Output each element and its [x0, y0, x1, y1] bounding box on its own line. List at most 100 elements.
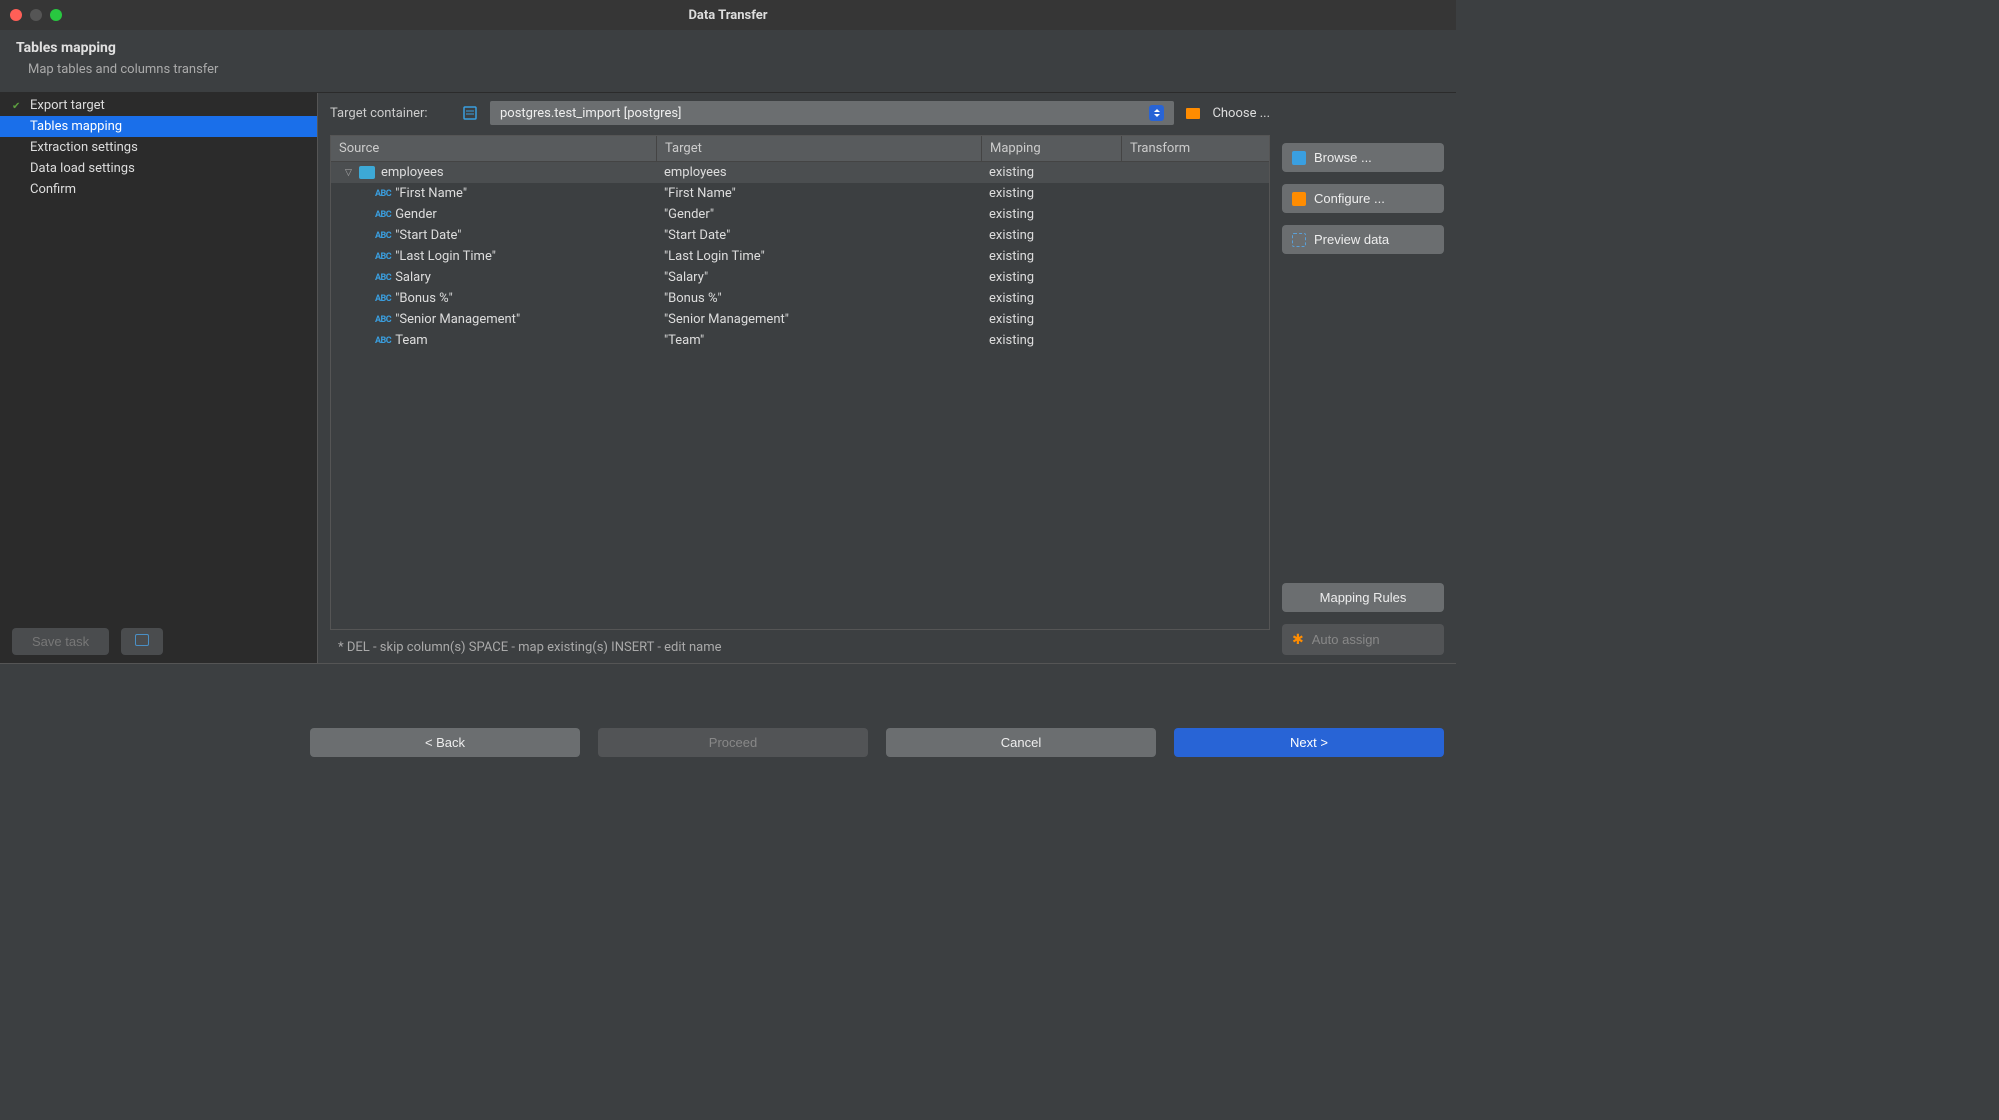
mapping-table: Source Target Mapping Transform ▽ employe…	[330, 135, 1270, 630]
col-header-source[interactable]: Source	[331, 136, 656, 161]
folder-icon	[1186, 108, 1200, 119]
source-name: Gender	[395, 207, 437, 222]
mapping-value: existing	[981, 330, 1121, 351]
minimize-icon[interactable]	[30, 9, 42, 21]
col-header-mapping[interactable]: Mapping	[981, 136, 1121, 161]
back-button[interactable]: < Back	[310, 728, 580, 757]
preview-label: Preview data	[1314, 232, 1389, 247]
target-name: employees	[656, 162, 981, 183]
source-name: "Last Login Time"	[395, 249, 496, 264]
titlebar: Data Transfer	[0, 0, 1456, 30]
nav-label: Extraction settings	[30, 140, 138, 155]
mapping-value: existing	[981, 309, 1121, 330]
table-row[interactable]: ▽employeesemployeesexisting	[331, 162, 1269, 183]
auto-assign-button[interactable]: ✱ Auto assign	[1282, 624, 1444, 655]
nav-item-confirm[interactable]: Confirm	[0, 179, 317, 200]
column-row[interactable]: ABC Team "Team"existing	[331, 330, 1269, 351]
nav-list: ✔Export target Tables mapping Extraction s…	[0, 93, 317, 620]
page-header: Tables mapping Map tables and columns tr…	[0, 30, 1456, 93]
source-name: Salary	[395, 270, 431, 285]
column-row[interactable]: ABCGender"Gender"existing	[331, 204, 1269, 225]
maximize-icon[interactable]	[50, 9, 62, 21]
text-column-icon: ABC	[375, 336, 391, 346]
col-header-target[interactable]: Target	[656, 136, 981, 161]
nav-label: Tables mapping	[30, 119, 122, 134]
mapping-value: existing	[981, 246, 1121, 267]
wizard-footer: < Back Proceed Cancel Next >	[0, 663, 1456, 781]
transform-value	[1121, 204, 1269, 225]
window-title: Data Transfer	[688, 8, 767, 23]
save-task-icon-button[interactable]	[121, 628, 163, 655]
target-container-select[interactable]: postgres.test_import [postgres]	[490, 101, 1174, 125]
target-name: "Bonus %"	[656, 288, 981, 309]
content-area: Target container: postgres.test_import […	[318, 93, 1456, 663]
save-task-button[interactable]: Save task	[12, 628, 109, 655]
next-button[interactable]: Next >	[1174, 728, 1444, 757]
sidebar: ✔Export target Tables mapping Extraction s…	[0, 93, 318, 663]
configure-label: Configure ...	[1314, 191, 1385, 206]
column-row[interactable]: ABC"First Name""First Name"existing	[331, 183, 1269, 204]
source-name: employees	[381, 165, 444, 180]
text-column-icon: ABC	[375, 252, 391, 262]
target-name: "Salary"	[656, 267, 981, 288]
mapping-body: ▽employeesemployeesexistingABC"First Nam…	[331, 162, 1269, 629]
text-column-icon: ABC	[375, 315, 391, 325]
choose-button[interactable]: Choose ...	[1212, 106, 1270, 121]
source-name: "First Name"	[395, 186, 467, 201]
nav-item-tables-mapping[interactable]: Tables mapping	[0, 116, 317, 137]
mapping-header: Source Target Mapping Transform	[331, 136, 1269, 162]
browse-label: Browse ...	[1314, 150, 1372, 165]
auto-assign-label: Auto assign	[1312, 632, 1380, 647]
transform-value	[1121, 330, 1269, 351]
chevron-down-icon[interactable]: ▽	[345, 168, 355, 178]
source-name: "Start Date"	[395, 228, 461, 243]
cancel-button[interactable]: Cancel	[886, 728, 1156, 757]
column-row[interactable]: ABC"Bonus %""Bonus %"existing	[331, 288, 1269, 309]
right-panel: Browse ... Configure ... Preview data Ma…	[1282, 101, 1444, 655]
task-icon	[135, 634, 149, 646]
configure-icon	[1292, 192, 1306, 206]
nav-label: Data load settings	[30, 161, 135, 176]
target-container-row: Target container: postgres.test_import […	[330, 101, 1270, 125]
nav-item-export-target[interactable]: ✔Export target	[0, 95, 317, 116]
target-name: "Last Login Time"	[656, 246, 981, 267]
nav-label: Export target	[30, 98, 105, 113]
mapping-value: existing	[981, 225, 1121, 246]
source-name: Team	[395, 333, 428, 348]
text-column-icon: ABC	[375, 231, 391, 241]
close-icon[interactable]	[10, 9, 22, 21]
text-column-icon: ABC	[375, 210, 391, 220]
transform-value	[1121, 183, 1269, 204]
browse-icon	[1292, 151, 1306, 165]
mapping-value: existing	[981, 267, 1121, 288]
proceed-button[interactable]: Proceed	[598, 728, 868, 757]
target-name: "Gender"	[656, 204, 981, 225]
source-name: "Senior Management"	[395, 312, 520, 327]
dropdown-icon[interactable]	[1149, 105, 1164, 121]
nav-item-extraction-settings[interactable]: Extraction settings	[0, 137, 317, 158]
page-title: Tables mapping	[16, 40, 1440, 56]
column-row[interactable]: ABC Salary "Salary"existing	[331, 267, 1269, 288]
text-column-icon: ABC	[375, 273, 391, 283]
target-name: "Team"	[656, 330, 981, 351]
page-subtitle: Map tables and columns transfer	[16, 62, 1440, 77]
target-container-label: Target container:	[330, 106, 450, 121]
center-panel: Target container: postgres.test_import […	[330, 101, 1270, 655]
preview-button[interactable]: Preview data	[1282, 225, 1444, 254]
mapping-rules-button[interactable]: Mapping Rules	[1282, 583, 1444, 612]
col-header-transform[interactable]: Transform	[1121, 136, 1269, 161]
text-column-icon: ABC	[375, 294, 391, 304]
keyboard-hint: * DEL - skip column(s) SPACE - map exist…	[330, 630, 1270, 655]
target-name: "Start Date"	[656, 225, 981, 246]
column-row[interactable]: ABC "Senior Management" "Senior Management…	[331, 309, 1269, 330]
transform-value	[1121, 225, 1269, 246]
auto-assign-icon: ✱	[1292, 631, 1304, 648]
transform-value	[1121, 246, 1269, 267]
column-row[interactable]: ABC"Last Login Time""Last Login Time"exi…	[331, 246, 1269, 267]
target-name: "Senior Management"	[656, 309, 981, 330]
transform-value	[1121, 267, 1269, 288]
nav-item-data-load-settings[interactable]: Data load settings	[0, 158, 317, 179]
configure-button[interactable]: Configure ...	[1282, 184, 1444, 213]
browse-button[interactable]: Browse ...	[1282, 143, 1444, 172]
column-row[interactable]: ABC"Start Date""Start Date"existing	[331, 225, 1269, 246]
